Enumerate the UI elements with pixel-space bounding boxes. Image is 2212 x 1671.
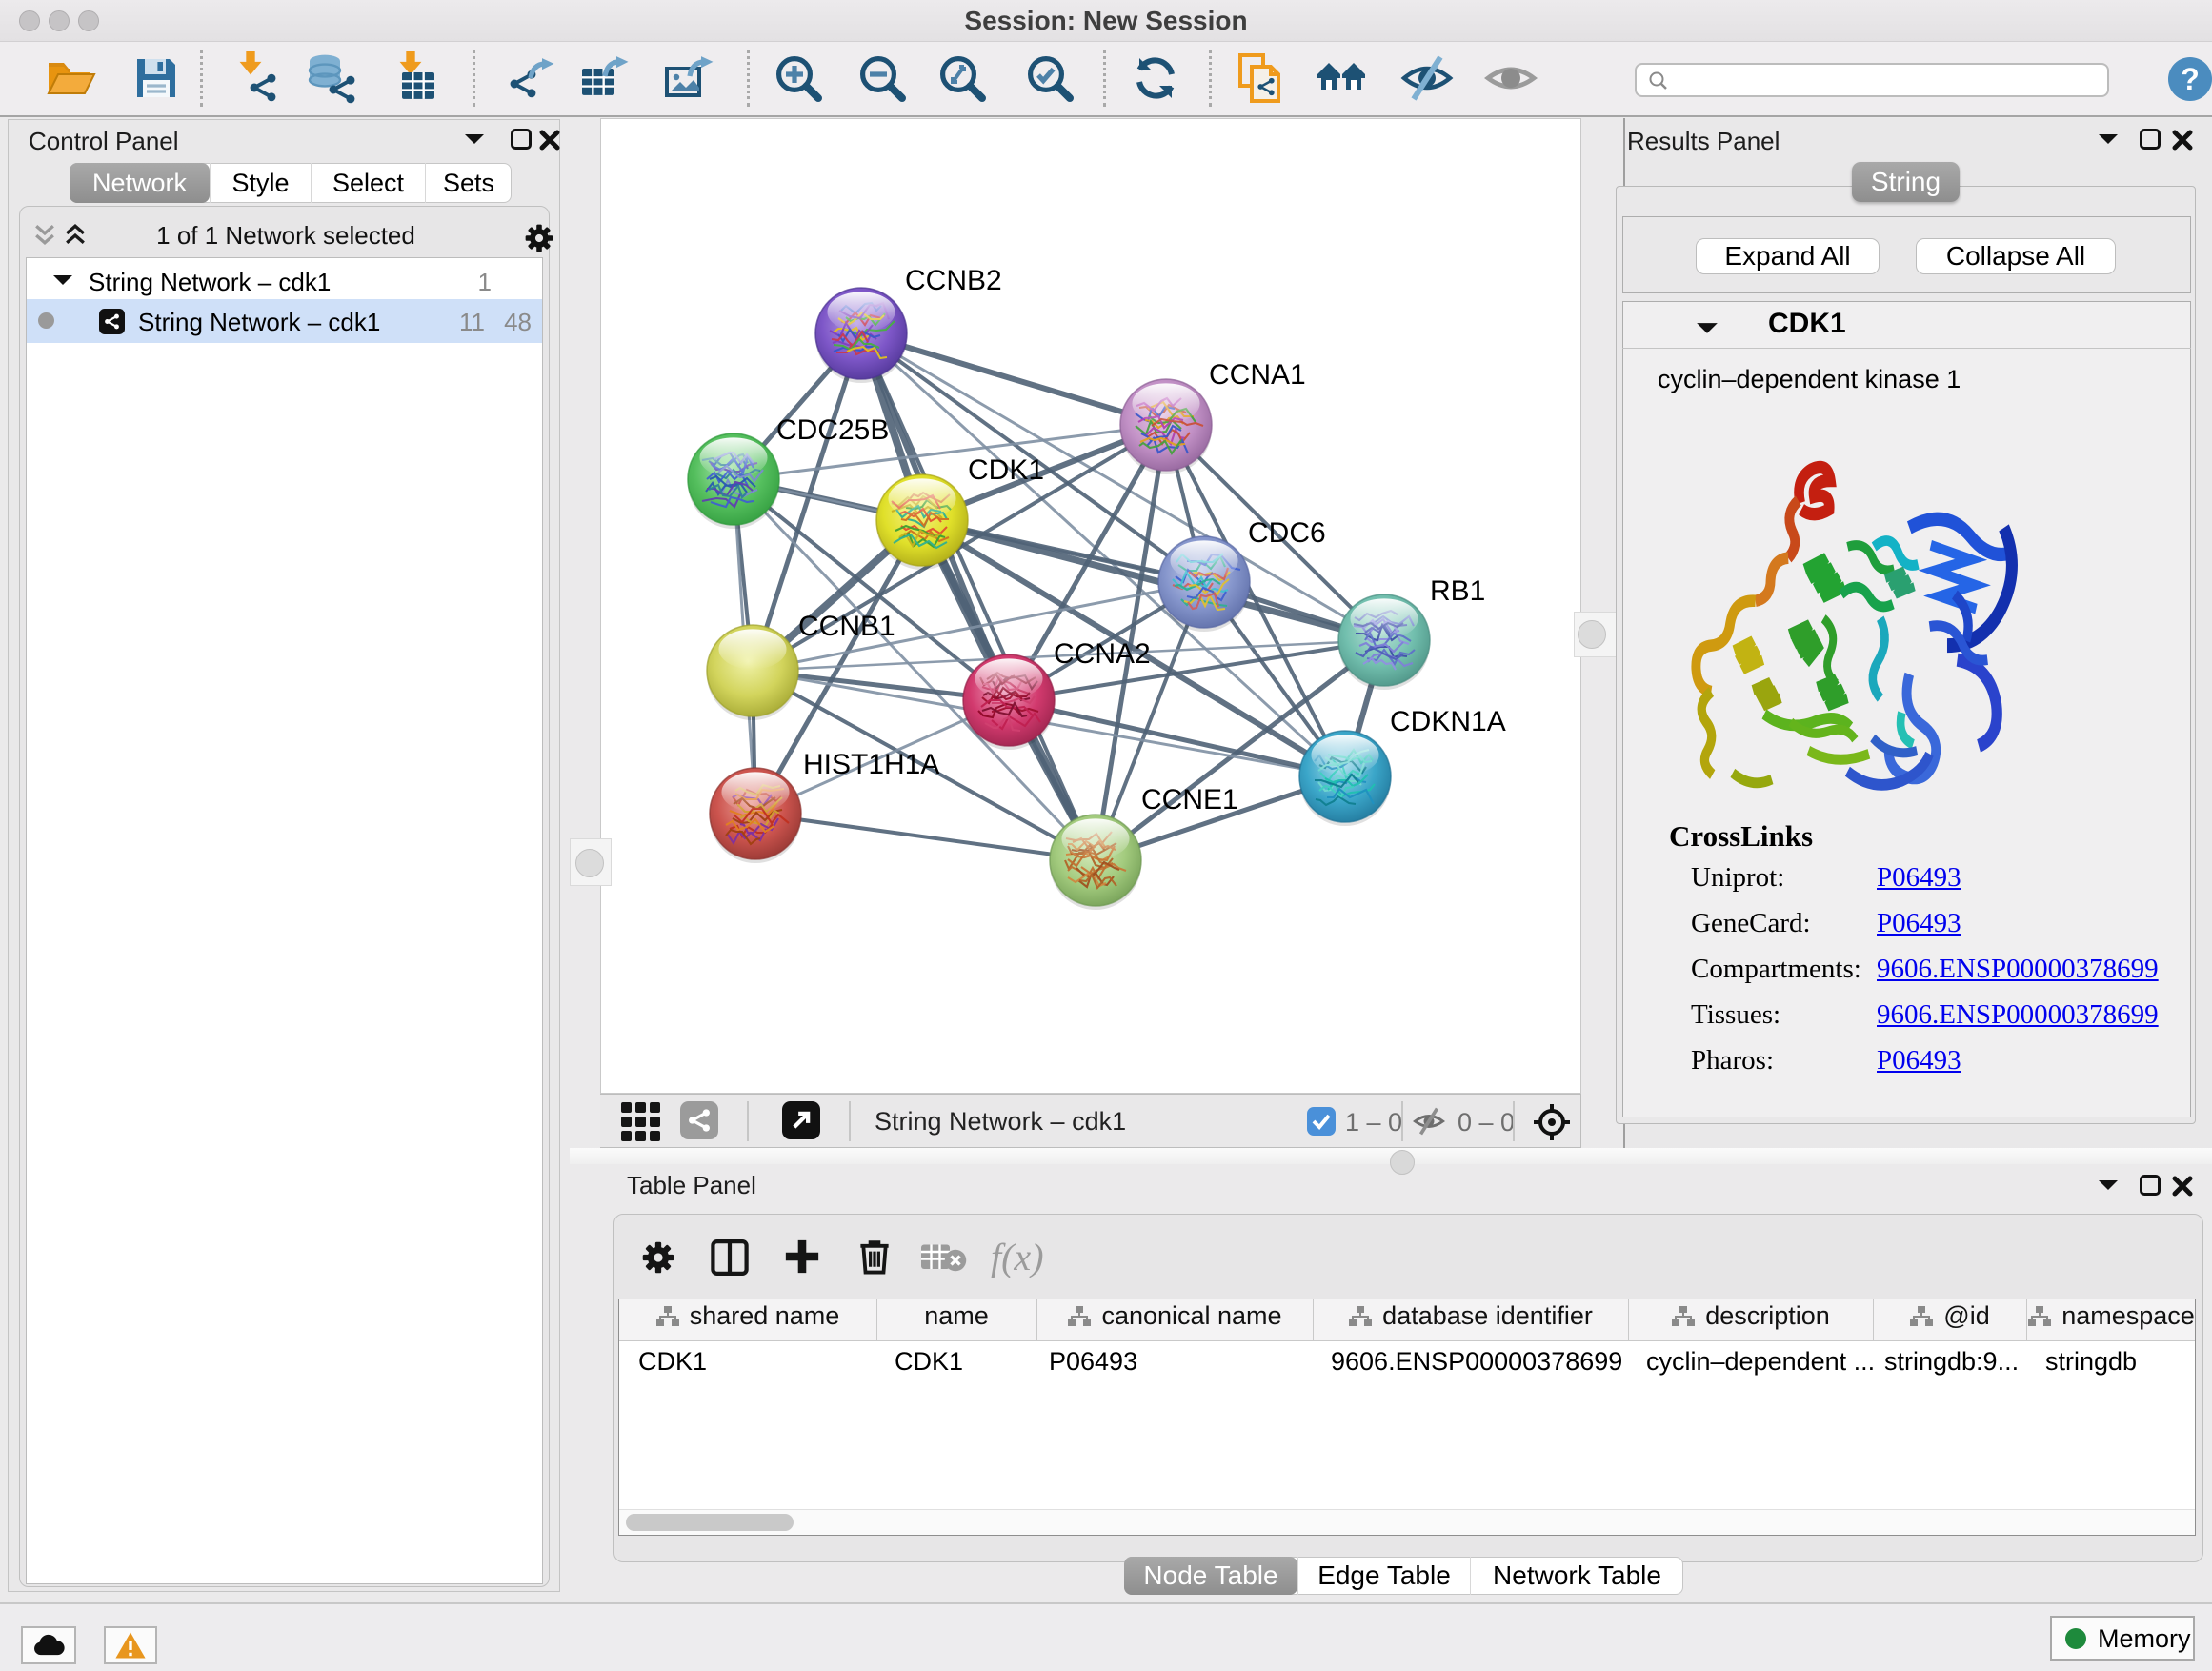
- svg-text:CCNB1: CCNB1: [798, 611, 895, 642]
- svg-text:CCNA2: CCNA2: [1054, 638, 1151, 670]
- svg-text:CDC6: CDC6: [1248, 517, 1326, 549]
- svg-text:CDKN1A: CDKN1A: [1390, 706, 1506, 737]
- svg-text:CCNA1: CCNA1: [1209, 359, 1306, 391]
- svg-text:CCNB2: CCNB2: [905, 265, 1002, 296]
- svg-text:CDK1: CDK1: [968, 454, 1044, 486]
- svg-text:CCNE1: CCNE1: [1141, 784, 1238, 815]
- svg-text:RB1: RB1: [1430, 575, 1485, 607]
- svg-text:HIST1H1A: HIST1H1A: [803, 749, 939, 780]
- svg-text:CDC25B: CDC25B: [776, 414, 889, 446]
